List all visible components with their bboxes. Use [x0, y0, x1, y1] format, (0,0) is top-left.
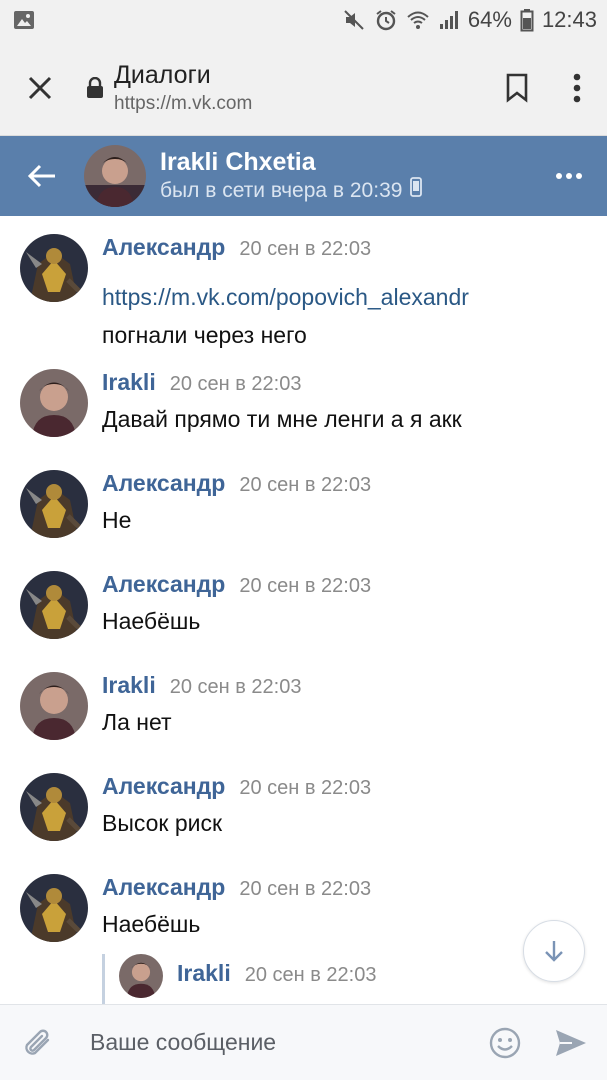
forwarded-time: 20 сен в 22:03	[244, 964, 377, 986]
message-time: 20 сен в 22:03	[239, 474, 372, 496]
emoji-button[interactable]	[475, 1005, 535, 1080]
smiley-icon	[489, 1027, 521, 1058]
gallery-notification-icon	[12, 8, 36, 32]
battery-icon	[520, 8, 534, 32]
message-author[interactable]: Irakli	[102, 672, 156, 699]
wifi-icon	[406, 8, 430, 32]
alarm-icon	[374, 8, 398, 32]
chat-actions-button[interactable]	[531, 136, 607, 216]
mute-icon	[342, 8, 366, 32]
message-author[interactable]: Александр	[102, 234, 225, 261]
browser-toolbar: Диалоги https://m.vk.com	[0, 40, 607, 136]
forwarded-avatar	[119, 954, 163, 998]
chat-header: Irakli Chxetia был в сети вчера в 20:39	[0, 136, 607, 216]
irakli-avatar[interactable]	[20, 672, 88, 740]
message-time: 20 сен в 22:03	[169, 676, 302, 698]
bookmark-button[interactable]	[487, 40, 547, 136]
message-text: Наебёшь	[102, 911, 201, 937]
contact-name: Irakli Chxetia	[160, 148, 316, 176]
message-text: Давай прямо ти мне ленги а я акк	[102, 406, 462, 432]
back-button[interactable]	[0, 136, 84, 216]
alexandr-avatar[interactable]	[20, 234, 88, 302]
message-text: Ла нет	[102, 709, 172, 735]
page-title: Диалоги	[114, 60, 211, 89]
bookmark-icon	[506, 73, 528, 103]
message-text: Не	[102, 507, 132, 533]
message-author[interactable]: Irakli	[102, 369, 156, 396]
message-composer: Ваше сообщение	[0, 1004, 607, 1080]
signal-icon	[438, 9, 460, 31]
alexandr-avatar[interactable]	[20, 773, 88, 841]
battery-percent: 64%	[467, 7, 512, 32]
message-text: погнали через него	[102, 322, 307, 348]
alexandr-avatar[interactable]	[20, 874, 88, 942]
message-author[interactable]: Александр	[102, 773, 225, 800]
close-icon	[28, 76, 52, 99]
last-seen-status: был в сети вчера в 20:39	[160, 179, 403, 202]
close-tab-button[interactable]	[0, 40, 80, 136]
contact-avatar[interactable]	[84, 145, 146, 207]
page-url: https://m.vk.com	[114, 92, 253, 114]
mobile-device-icon	[410, 177, 423, 205]
forwarded-author: Irakli	[177, 960, 231, 986]
alexandr-avatar[interactable]	[20, 470, 88, 538]
message-author[interactable]: Александр	[102, 470, 225, 497]
clock: 12:43	[541, 7, 597, 32]
message-text: Высок риск	[102, 810, 223, 836]
message-time: 20 сен в 22:03	[239, 238, 372, 260]
address-bar[interactable]: Диалоги https://m.vk.com	[114, 60, 487, 116]
attach-button[interactable]	[0, 1005, 76, 1080]
irakli-avatar[interactable]	[20, 369, 88, 437]
message-link[interactable]: https://m.vk.com/popovich_alexandr	[102, 284, 469, 311]
message-time: 20 сен в 22:03	[239, 777, 372, 799]
message-author[interactable]: Александр	[102, 571, 225, 598]
more-horizontal-icon	[556, 173, 582, 179]
send-button[interactable]	[535, 1005, 607, 1080]
lock-icon	[80, 76, 110, 99]
browser-menu-button[interactable]	[547, 40, 607, 136]
message-list[interactable]: Александр 20 сен в 22:03 https://m.vk.co…	[0, 216, 607, 1004]
message-text: Наебёшь	[102, 608, 201, 634]
scroll-to-bottom-button[interactable]	[523, 920, 585, 982]
paperclip-icon	[25, 1029, 50, 1055]
message-author[interactable]: Александр	[102, 874, 225, 901]
back-arrow-icon	[27, 164, 55, 188]
status-bar: 64% 12:43	[0, 0, 607, 40]
message-time: 20 сен в 22:03	[239, 878, 372, 900]
arrow-down-icon	[545, 941, 563, 962]
more-vertical-icon	[573, 73, 581, 102]
message-time: 20 сен в 22:03	[239, 575, 372, 597]
alexandr-avatar[interactable]	[20, 571, 88, 639]
send-icon	[556, 1029, 586, 1056]
forwarded-message[interactable]: Irakli 20 сен в 22:03	[102, 954, 582, 1004]
message-time: 20 сен в 22:03	[169, 373, 302, 395]
message-input[interactable]: Ваше сообщение	[76, 1029, 475, 1056]
